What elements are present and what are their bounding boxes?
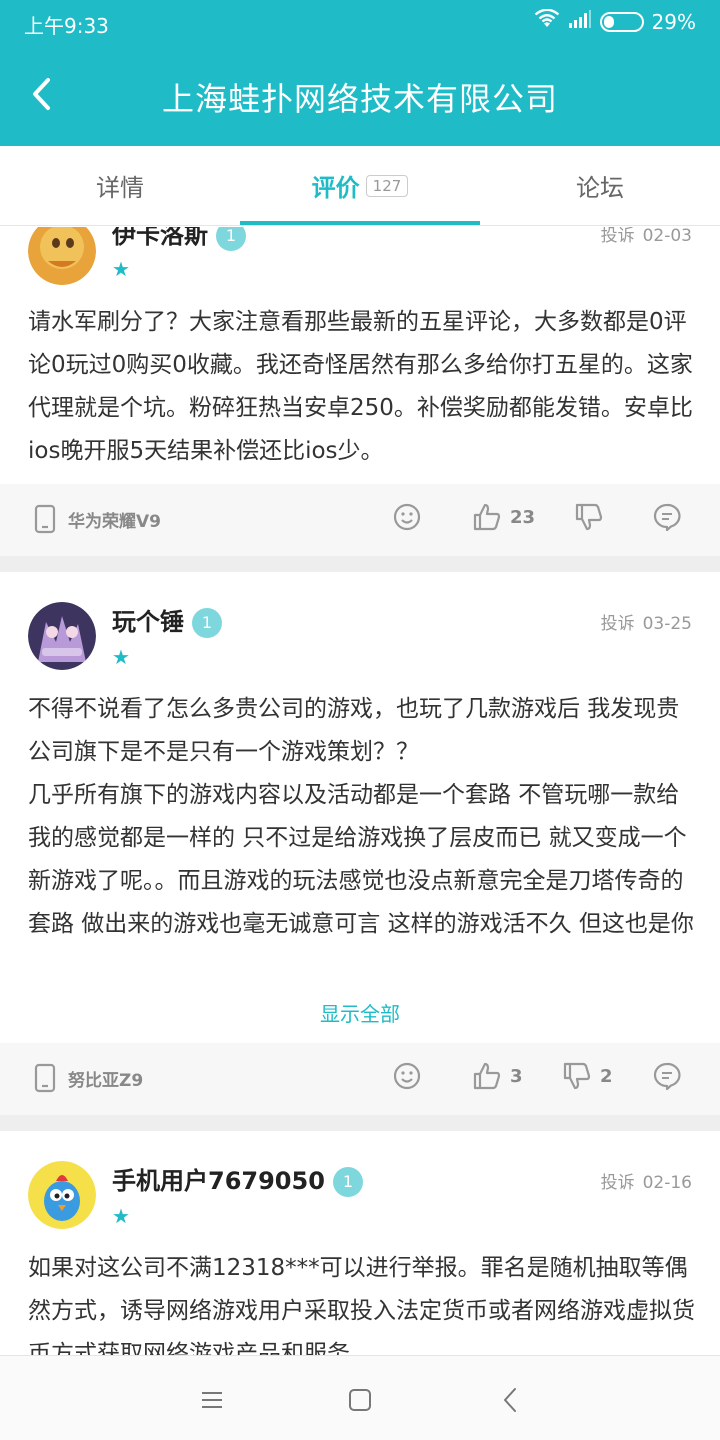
device-info: 努比亚Z9	[34, 1063, 143, 1093]
report-link[interactable]: 投诉	[601, 614, 635, 634]
like-count: 23	[510, 506, 536, 528]
comment-button[interactable]	[652, 502, 682, 532]
comment-icon	[653, 503, 681, 532]
active-tab-indicator	[240, 221, 480, 225]
tab-forum-label: 论坛	[576, 174, 624, 202]
review-date: 02-03	[642, 227, 692, 246]
tab-details-label: 详情	[96, 174, 144, 202]
review-card: 手机用户7679050 1 投诉 02-16 ★ 如果对这公司不满12318***可…	[0, 1131, 720, 1355]
username[interactable]: 伊卡洛斯 1	[112, 227, 246, 251]
review-feed[interactable]: 伊卡洛斯 1 投诉 02-03 ★ 请水军刷分了？大家注意看那些最新的五星评论，大多…	[0, 227, 720, 1355]
username-text: 伊卡洛斯	[112, 227, 208, 249]
username[interactable]: 手机用户7679050 1	[112, 1161, 363, 1197]
smiley-icon	[393, 1062, 421, 1090]
device-name: 华为荣耀V9	[68, 511, 161, 532]
review-meta: 投诉 02-03	[601, 227, 692, 246]
tab-bar: 详情 评价 127 论坛	[0, 146, 720, 226]
rating-stars: ★	[112, 257, 130, 281]
thumbs-up-icon	[473, 503, 501, 531]
thumbs-down-icon	[575, 503, 603, 531]
review-meta: 投诉 02-16	[601, 1168, 692, 1193]
review-meta: 投诉 03-25	[601, 609, 692, 634]
tab-details[interactable]: 详情	[0, 146, 240, 225]
emoji-button[interactable]	[392, 1061, 422, 1091]
thumbs-up-icon	[473, 1062, 501, 1090]
tab-reviews[interactable]: 评价 127	[240, 146, 480, 225]
dislike-count: 2	[600, 1065, 613, 1087]
app-bar: 上海蛙扑网络技术有限公司	[0, 44, 720, 146]
page-title: 上海蛙扑网络技术有限公司	[161, 80, 558, 118]
thumbs-down-icon	[563, 1062, 591, 1090]
dislike-button[interactable]: 2	[562, 1061, 613, 1091]
review-action-bar: 华为荣耀V9 23	[0, 484, 720, 556]
report-link[interactable]: 投诉	[601, 227, 635, 246]
level-badge: 1	[216, 227, 246, 251]
home-nav-button[interactable]	[340, 1380, 380, 1420]
smiley-icon	[393, 503, 421, 531]
rating-stars: ★	[112, 1204, 130, 1228]
reviews-count-badge: 127	[365, 174, 409, 197]
device-name: 努比亚Z9	[68, 1070, 144, 1091]
review-date: 02-16	[642, 1173, 692, 1193]
show-all-link[interactable]: 显示全部	[0, 998, 720, 1027]
report-link[interactable]: 投诉	[601, 1173, 635, 1193]
dislike-button[interactable]	[574, 502, 612, 532]
status-time: 上午9:33	[24, 14, 109, 38]
review-card: 玩个锤 1 投诉 03-25 ★ 不得不说看了怎么多贵公司的游戏，也玩了几款游戏后 …	[0, 572, 720, 1114]
square-home-icon	[349, 1389, 371, 1411]
menu-nav-button[interactable]	[192, 1380, 232, 1420]
menu-icon	[202, 1392, 222, 1408]
avatar[interactable]	[28, 227, 96, 285]
tab-reviews-label: 评价	[311, 174, 360, 202]
card-divider	[0, 1115, 720, 1131]
comment-icon	[653, 1062, 681, 1091]
card-divider	[0, 556, 720, 572]
battery-icon	[599, 11, 644, 32]
status-bar: 上午9:33 29%	[0, 0, 720, 44]
battery-percent: 29%	[651, 9, 696, 34]
level-badge: 1	[192, 608, 222, 638]
review-content: 不得不说看了怎么多贵公司的游戏，也玩了几款游戏后 我发现贵公司旗下是不是只有一个…	[28, 688, 696, 946]
review-action-bar: 努比亚Z9 3 2	[0, 1043, 720, 1115]
device-info: 华为荣耀V9	[34, 504, 161, 534]
wifi-icon	[534, 8, 560, 34]
review-content-line: 几乎所有旗下的游戏内容以及活动都是一个套路 不管玩哪一款给我的感觉都是一样的 只…	[28, 782, 694, 937]
comment-button[interactable]	[652, 1061, 682, 1091]
username-text: 玩个锤	[112, 608, 184, 636]
phone-icon	[34, 1063, 56, 1093]
system-nav-bar	[0, 1355, 720, 1440]
like-button[interactable]: 23	[472, 502, 535, 532]
review-content-line: 不得不说看了怎么多贵公司的游戏，也玩了几款游戏后 我发现贵公司旗下是不是只有一个…	[28, 696, 680, 765]
signal-icon	[568, 9, 592, 34]
review-date: 03-25	[642, 614, 692, 634]
like-count: 3	[510, 1065, 523, 1087]
like-button[interactable]: 3	[472, 1061, 523, 1091]
tab-forum[interactable]: 论坛	[480, 146, 720, 225]
back-nav-button[interactable]	[490, 1380, 530, 1420]
avatar[interactable]	[28, 1161, 96, 1229]
level-badge: 1	[332, 1167, 363, 1197]
review-content: 如果对这公司不满12318***可以进行举报。罪名是随机抽取等偶然方式，诱导网络…	[28, 1255, 695, 1355]
phone-icon	[34, 504, 56, 534]
avatar[interactable]	[28, 602, 96, 670]
rating-stars: ★	[112, 645, 130, 669]
username[interactable]: 玩个锤 1	[112, 602, 222, 638]
triangle-back-icon	[504, 1388, 516, 1412]
emoji-button[interactable]	[392, 502, 422, 532]
username-text: 手机用户7679050	[112, 1167, 325, 1195]
review-content: 请水军刷分了？大家注意看那些最新的五星评论，大多数都是0评论0玩过0购买0收藏。…	[28, 309, 693, 464]
